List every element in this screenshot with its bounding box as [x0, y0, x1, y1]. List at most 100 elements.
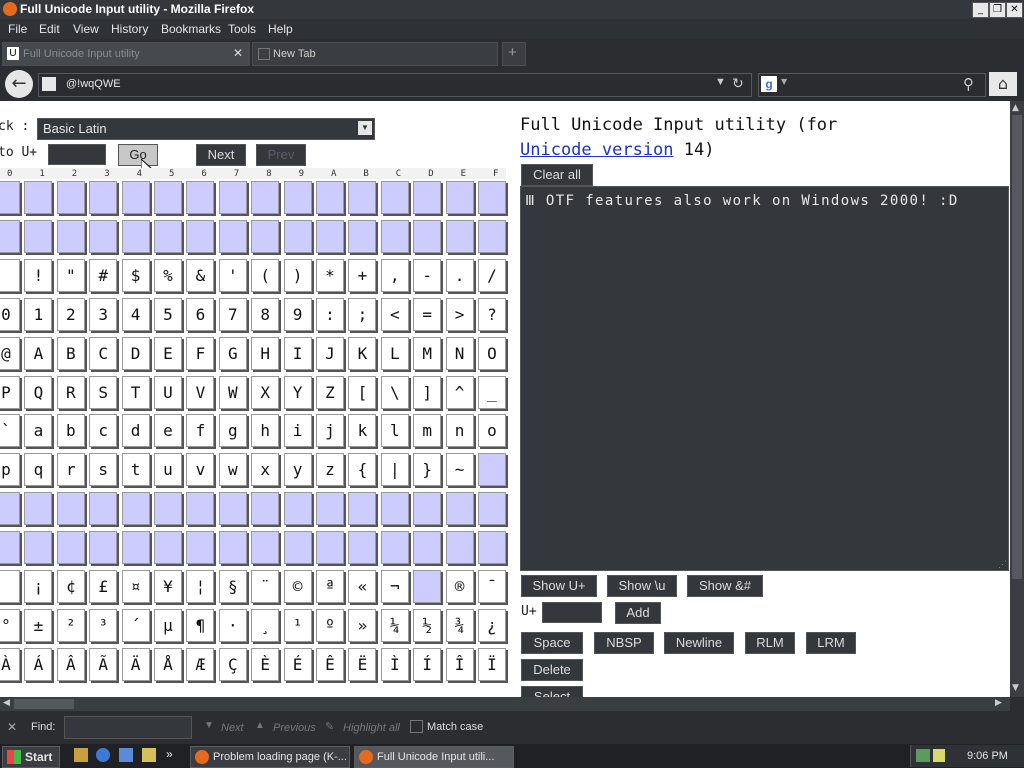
output-textarea[interactable]: Ⅲ OTF features also work on Windows 2000…	[520, 186, 1009, 571]
empty-char-cell[interactable]	[218, 181, 247, 214]
tab-new-tab[interactable]: New Tab	[252, 42, 498, 66]
empty-char-cell[interactable]	[380, 531, 409, 565]
char-cell[interactable]: 0	[0, 297, 20, 331]
char-cell[interactable]: "	[56, 258, 85, 292]
scroll-up-icon[interactable]: ▲	[1012, 103, 1019, 113]
empty-char-cell[interactable]	[24, 492, 53, 526]
char-cell[interactable]: ·	[218, 608, 247, 642]
char-cell[interactable]: g	[218, 414, 247, 448]
char-cell[interactable]: >	[445, 297, 474, 331]
lrm-button[interactable]: LRM	[806, 632, 856, 654]
char-cell[interactable]: ]	[413, 375, 442, 409]
delete-button[interactable]: Delete	[521, 659, 583, 681]
char-cell[interactable]: d	[121, 414, 150, 448]
find-input[interactable]	[64, 716, 192, 739]
empty-char-cell[interactable]	[478, 453, 506, 487]
char-cell[interactable]: u	[154, 453, 182, 487]
char-cell[interactable]: -	[413, 258, 442, 292]
char-cell[interactable]: [	[348, 375, 377, 409]
char-cell[interactable]: k	[348, 414, 377, 448]
empty-char-cell[interactable]	[154, 181, 182, 214]
char-cell[interactable]: Ã	[89, 647, 118, 681]
char-cell[interactable]: x	[251, 453, 280, 487]
char-cell[interactable]: w	[218, 453, 247, 487]
empty-char-cell[interactable]	[283, 492, 312, 526]
network-icon[interactable]	[916, 749, 930, 762]
char-cell[interactable]: z	[316, 453, 344, 487]
history-dropdown-icon[interactable]: ▼	[715, 76, 726, 88]
horizontal-scrollbar[interactable]: ◀ ▶	[0, 697, 1010, 711]
new-tab-button[interactable]: +	[502, 42, 526, 66]
char-cell[interactable]: =	[413, 297, 442, 331]
char-cell[interactable]: 1	[24, 297, 53, 331]
scroll-right-icon[interactable]: ▶	[995, 698, 1002, 708]
char-cell[interactable]: °	[0, 608, 20, 642]
char-cell[interactable]: `	[0, 414, 20, 448]
char-cell[interactable]: p	[0, 453, 20, 487]
task-problem-loading[interactable]: Problem loading page (K-...	[190, 746, 350, 768]
char-cell[interactable]: v	[186, 453, 215, 487]
empty-char-cell[interactable]	[445, 531, 474, 565]
scroll-left-icon[interactable]: ◀	[3, 698, 10, 708]
char-cell[interactable]: Î	[445, 647, 474, 681]
empty-char-cell[interactable]	[0, 181, 20, 214]
url-bar[interactable]: @!wqQWE ▼ ↻	[38, 73, 752, 97]
char-cell[interactable]: ¢	[56, 570, 85, 603]
char-cell[interactable]: ±	[24, 608, 53, 642]
char-cell[interactable]: N	[445, 336, 474, 370]
url-text[interactable]: @!wqQWE	[66, 78, 121, 90]
engine-dropdown-icon[interactable]: ▼	[781, 77, 787, 86]
char-cell[interactable]: Æ	[186, 647, 215, 681]
char-cell[interactable]: Q	[24, 375, 53, 409]
show-backslash-u-button[interactable]: Show \u	[607, 575, 677, 597]
empty-char-cell[interactable]	[478, 492, 506, 526]
empty-char-cell[interactable]	[251, 492, 280, 526]
char-cell[interactable]: ¬	[380, 570, 409, 603]
empty-char-cell[interactable]	[445, 219, 474, 253]
char-cell[interactable]: 4	[121, 297, 150, 331]
char-cell[interactable]: \	[380, 375, 409, 409]
search-bar[interactable]: g ▼ ⚲	[758, 73, 986, 97]
empty-char-cell[interactable]	[478, 531, 506, 565]
char-cell[interactable]: ~	[445, 453, 474, 487]
char-cell[interactable]: ¶	[186, 608, 215, 642]
char-cell[interactable]: Í	[413, 647, 442, 681]
menu-edit[interactable]: Edit	[39, 22, 60, 36]
empty-char-cell[interactable]	[121, 219, 150, 253]
vertical-scroll-thumb[interactable]	[1012, 115, 1022, 579]
quicklaunch-more-icon[interactable]: »	[166, 747, 173, 761]
char-cell[interactable]: Z	[316, 375, 344, 409]
char-cell[interactable]: o	[478, 414, 506, 448]
char-cell[interactable]: ¡	[24, 570, 53, 603]
char-cell[interactable]: º	[316, 608, 344, 642]
char-cell[interactable]: {	[348, 453, 377, 487]
empty-char-cell[interactable]	[380, 219, 409, 253]
char-cell[interactable]: S	[89, 375, 118, 409]
empty-char-cell[interactable]	[56, 492, 85, 526]
empty-char-cell[interactable]	[348, 219, 377, 253]
add-button[interactable]: Add	[615, 602, 661, 624]
char-cell[interactable]: <	[380, 297, 409, 331]
menu-history[interactable]: History	[111, 22, 148, 36]
menu-help[interactable]: Help	[268, 22, 293, 36]
empty-char-cell[interactable]	[251, 531, 280, 565]
char-cell[interactable]: l	[380, 414, 409, 448]
char-cell[interactable]: M	[413, 336, 442, 370]
goto-input[interactable]	[48, 144, 106, 165]
empty-char-cell[interactable]	[186, 531, 215, 565]
char-cell[interactable]: /	[478, 258, 506, 292]
char-cell[interactable]: Ë	[348, 647, 377, 681]
char-cell[interactable]: F	[186, 336, 215, 370]
char-cell[interactable]: s	[89, 453, 118, 487]
char-cell[interactable]: I	[283, 336, 312, 370]
char-cell[interactable]: ¿	[478, 608, 506, 642]
char-cell[interactable]: ¥	[154, 570, 182, 603]
char-cell[interactable]: »	[348, 608, 377, 642]
empty-char-cell[interactable]	[316, 219, 344, 253]
restore-button[interactable]: ❐	[989, 2, 1006, 18]
empty-char-cell[interactable]	[380, 181, 409, 214]
char-cell[interactable]: H	[251, 336, 280, 370]
char-cell[interactable]: ¯	[478, 570, 506, 603]
empty-char-cell[interactable]	[0, 219, 20, 253]
char-cell[interactable]: Ç	[218, 647, 247, 681]
